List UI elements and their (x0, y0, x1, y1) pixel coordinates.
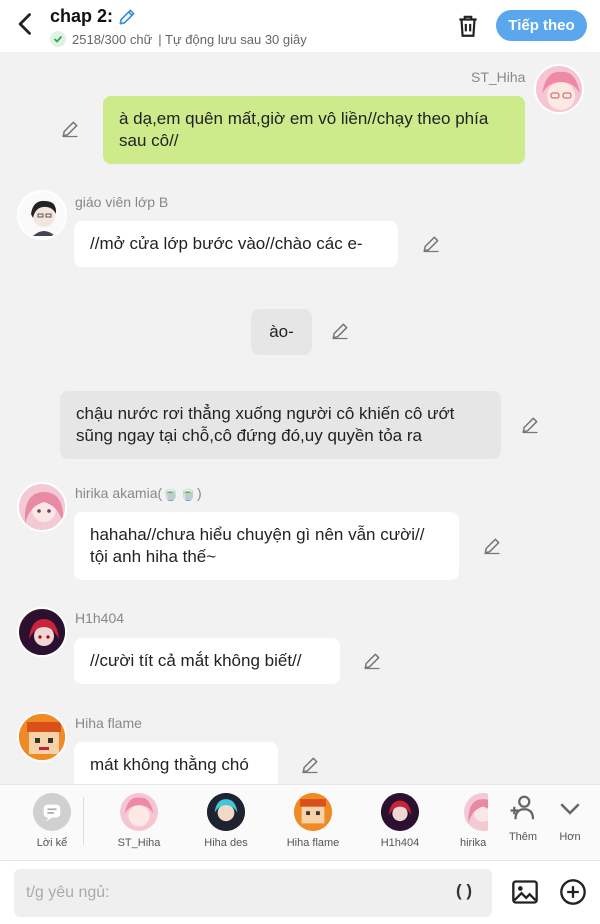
narrator-button[interactable]: Lời kể (12, 793, 92, 849)
collapse-button[interactable]: Hơn (546, 793, 594, 843)
narration-bubble[interactable]: ào- (251, 309, 312, 355)
character-avatar (294, 793, 332, 831)
add-person-icon (510, 795, 535, 820)
character-label: hirika (460, 837, 487, 849)
word-count: 2518/300 chữ (72, 31, 153, 47)
avatar-teacher[interactable] (17, 190, 67, 240)
edit-message-icon[interactable] (362, 651, 382, 671)
message-bubble[interactable]: à dạ,em quên mất,giờ em vô liền//chạy th… (103, 96, 525, 164)
parenthesis-button[interactable]: ( ) (456, 881, 472, 901)
character-avatar (464, 793, 488, 831)
add-character-button[interactable]: Thêm (499, 793, 547, 843)
add-circle-icon[interactable] (559, 878, 587, 906)
character-label: Hiha flame (286, 837, 340, 849)
sender-name: ST_Hiha (471, 69, 526, 85)
sender-name: Hiha flame (75, 715, 142, 731)
chapter-title-row[interactable]: chap 2: (50, 6, 307, 27)
avatar-st-hiha[interactable] (534, 64, 584, 114)
message-bubble[interactable]: //cười tít cả mắt không biết// (74, 638, 340, 684)
sender-name: hirika akamia(🍵🍵) (75, 485, 202, 501)
message-input[interactable] (14, 869, 492, 917)
chapter-info: chap 2: 2518/300 chữ | Tự động lưu sau 3… (50, 6, 307, 47)
check-icon (50, 31, 66, 47)
avatar-hirika[interactable] (17, 482, 67, 532)
edit-title-icon[interactable] (117, 7, 137, 27)
divider (83, 797, 84, 845)
input-bar: ( ) (0, 860, 600, 924)
more-label: Thêm (508, 831, 538, 843)
character-avatar (381, 793, 419, 831)
chevron-down-icon (560, 803, 580, 815)
chapter-title: chap 2: (50, 6, 114, 26)
character-avatar (120, 793, 158, 831)
character-hiha-flame[interactable]: Hiha flame (273, 793, 353, 849)
message-bubble[interactable]: mát không thằng chó (74, 742, 278, 784)
character-avatar (207, 793, 245, 831)
narrator-icon (33, 793, 71, 831)
message-bubble[interactable]: hahaha//chưa hiểu chuyện gì nên vẫn cười… (74, 512, 459, 580)
avatar-h1h404[interactable] (17, 607, 67, 657)
character-hiha-des[interactable]: Hiha des (186, 793, 266, 849)
avatar-hiha-flame[interactable] (17, 712, 67, 762)
narration-bubble[interactable]: chậu nước rơi thẳng xuống người cô khiến… (60, 391, 501, 459)
narrator-label: Lời kể (36, 837, 68, 849)
character-label: H1h404 (380, 837, 420, 849)
back-arrow-icon[interactable] (12, 10, 40, 38)
trash-icon[interactable] (455, 13, 481, 39)
message-bubble[interactable]: //mở cửa lớp bước vào//chào các e- (74, 221, 398, 267)
edit-message-icon[interactable] (330, 321, 350, 341)
collapse-label: Hơn (559, 831, 581, 843)
chapter-status: 2518/300 chữ | Tự động lưu sau 30 giây (50, 31, 307, 47)
sender-name: H1h404 (75, 610, 125, 626)
character-label: Hiha des (204, 837, 248, 849)
character-label: ST_Hiha (117, 837, 161, 849)
autosave-status: | Tự động lưu sau 30 giây (158, 31, 307, 47)
edit-message-icon[interactable] (300, 755, 320, 775)
image-icon[interactable] (511, 878, 539, 906)
character-bar: Lời kể ST_Hiha Hiha des Hiha flame H1h40… (0, 784, 600, 860)
character-hirika[interactable]: hirika (448, 793, 488, 849)
chat-area[interactable]: ST_Hiha à dạ,em quên mất,giờ em vô liền/… (0, 52, 600, 784)
character-st-hiha[interactable]: ST_Hiha (99, 793, 179, 849)
next-button[interactable]: Tiếp theo (496, 10, 587, 41)
edit-message-icon[interactable] (520, 415, 540, 435)
edit-message-icon[interactable] (60, 119, 80, 139)
edit-message-icon[interactable] (482, 536, 502, 556)
character-h1h404[interactable]: H1h404 (360, 793, 440, 849)
top-bar: chap 2: 2518/300 chữ | Tự động lưu sau 3… (0, 0, 600, 52)
sender-name: giáo viên lớp B (75, 194, 169, 210)
edit-message-icon[interactable] (421, 234, 441, 254)
